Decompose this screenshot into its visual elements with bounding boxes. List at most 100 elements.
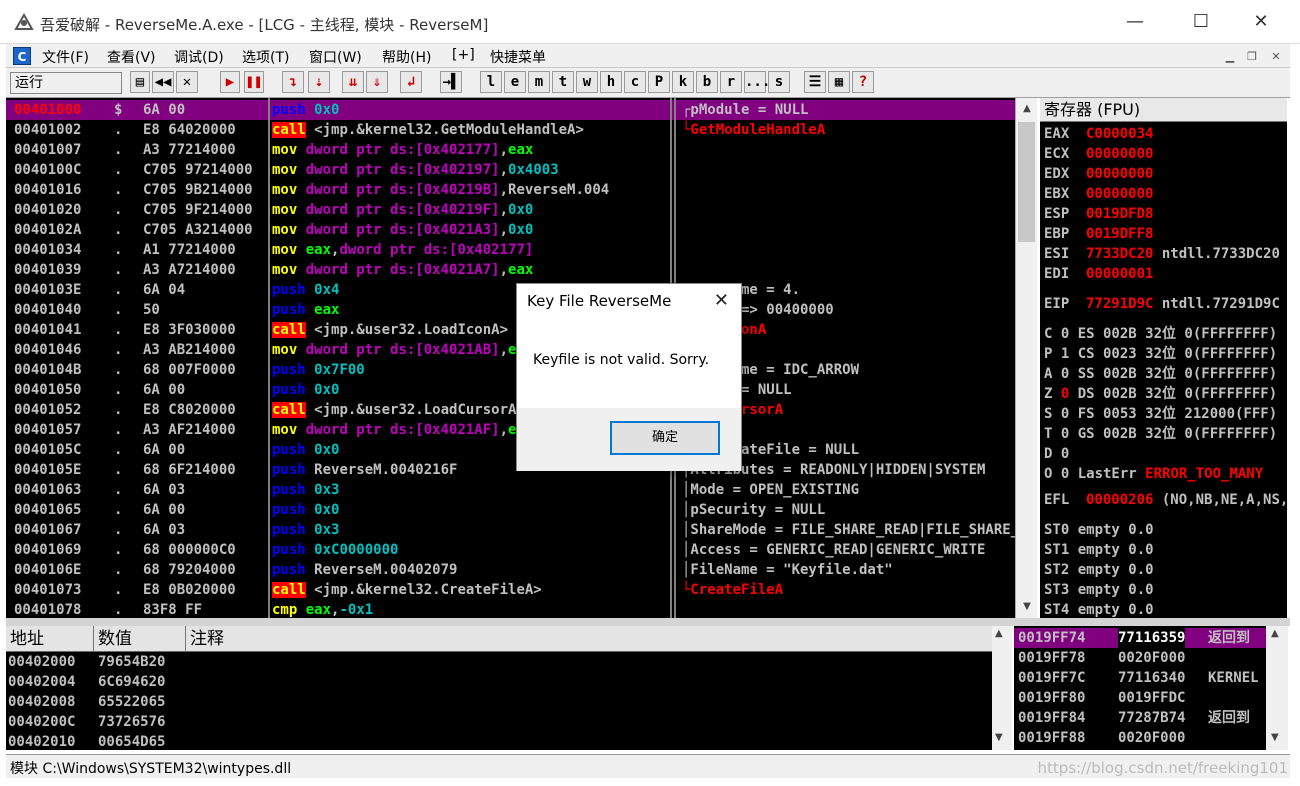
disasm-row[interactable]: 0040106E. 68 79204000 push ReverseM.004020… xyxy=(6,560,1015,580)
register-row[interactable]: EAX C0000034 xyxy=(1044,124,1153,144)
column-divider[interactable] xyxy=(268,98,270,618)
fpu-row[interactable]: ST2 empty 0.0 xyxy=(1044,560,1154,580)
disasm-row[interactable]: 0040100C. C705 97214000 mov dword ptr ds:[… xyxy=(6,160,1015,180)
toolbar-button-k[interactable]: k xyxy=(672,71,694,93)
register-row[interactable]: ESI 7733DC20 ntdll.7733DC20 xyxy=(1044,244,1280,264)
register-row-eip[interactable]: EIP 77291D9C ntdll.77291D9C xyxy=(1044,294,1280,314)
disasm-row[interactable]: 00401052. E8 C8020000 call <jmp.&user32.Lo… xyxy=(6,400,1015,420)
memory-dump-pane[interactable]: 地址 数值 注释 00402000 79654B20 00402004 6C69462… xyxy=(6,626,992,750)
toolbar-button-w[interactable]: w xyxy=(576,71,598,93)
dump-scrollbar[interactable]: ▲ ▼ xyxy=(992,626,1012,750)
menu-window[interactable]: 窗口(W) xyxy=(309,47,362,67)
menu-shortcuts[interactable]: 快捷菜单 xyxy=(490,47,546,67)
step-over-icon[interactable]: ⇣ xyxy=(308,71,330,93)
pause-icon[interactable]: ❚❚ xyxy=(244,71,264,93)
trace-into-icon[interactable]: ⇊ xyxy=(342,71,364,93)
ok-button[interactable]: 确定 xyxy=(610,421,720,455)
flag-row[interactable]: A 0 SS 002B 32位 0(FFFFFFFF) xyxy=(1044,364,1277,384)
scroll-up-icon[interactable]: ▲ xyxy=(1016,100,1038,118)
flag-row[interactable]: S 0 FS 0053 32位 212000(FFF) xyxy=(1044,404,1277,424)
disasm-row[interactable]: 00401041. E8 3F030000 call <jmp.&user32.Lo… xyxy=(6,320,1015,340)
goto-icon[interactable]: →▌ xyxy=(440,71,462,93)
maximize-button[interactable]: ☐ xyxy=(1176,0,1226,44)
mdi-close-icon[interactable]: ✕ xyxy=(1268,49,1284,65)
disasm-row[interactable]: 00401034. A1 77214000 mov eax,dword ptr ds… xyxy=(6,240,1015,260)
disasm-row[interactable]: 00401065. 6A 00 push 0x0 │pSecurity = NULL xyxy=(6,500,1015,520)
flag-row[interactable]: Z 0 DS 002B 32位 0(FFFFFFFF) xyxy=(1044,384,1277,404)
register-row[interactable]: ECX 00000000 xyxy=(1044,144,1153,164)
stack-row[interactable]: 0019FF80 0019FFDC xyxy=(1014,688,1266,708)
disasm-row[interactable]: 00401050.6A 00push 0x0│hInst = NULL xyxy=(6,380,1015,400)
register-row[interactable]: EBX 00000000 xyxy=(1044,184,1153,204)
toolbar-button-p[interactable]: P xyxy=(648,71,670,93)
toolbar-button-e[interactable]: e xyxy=(504,71,526,93)
toolbar-button-r[interactable]: r xyxy=(720,71,742,93)
stack-row[interactable]: 0019FF88 0020F000 xyxy=(1014,728,1266,748)
fpu-row[interactable]: ST3 empty 0.0 xyxy=(1044,580,1154,600)
dump-col-address[interactable]: 地址 xyxy=(6,626,94,652)
step-into-icon[interactable]: ↴ xyxy=(282,71,304,93)
scroll-up-icon[interactable]: ▲ xyxy=(1271,628,1279,639)
mdi-minimize-icon[interactable]: ▁ xyxy=(1222,49,1238,65)
scroll-up-icon[interactable]: ▲ xyxy=(995,628,1003,639)
dump-col-comment[interactable]: 注释 xyxy=(186,626,992,652)
registers-header[interactable]: 寄存器 (FPU) xyxy=(1040,98,1287,122)
fpu-row[interactable]: ST4 empty 0.0 xyxy=(1044,600,1154,618)
disasm-row[interactable]: 00401078. 83F8 FF cmp eax,-0x1 xyxy=(6,600,1015,618)
disasm-row[interactable]: 00401016. C705 9B214000 mov dword ptr ds:[… xyxy=(6,180,1015,200)
toolbar-button-l[interactable]: l xyxy=(480,71,502,93)
disasm-row[interactable]: 0040105E. 68 6F214000 push ReverseM.004021… xyxy=(6,460,1015,480)
scroll-thumb[interactable] xyxy=(1018,122,1035,242)
register-row-efl[interactable]: EFL 00000206 (NO,NB,NE,A,NS,PE) xyxy=(1044,490,1287,510)
disasm-row[interactable]: 00401069. 68 000000C0 push 0xC0000000 │Acce… xyxy=(6,540,1015,560)
disasm-row[interactable]: 00401063. 6A 03 push 0x3 │Mode = OPEN_EXIST… xyxy=(6,480,1015,500)
disasm-row[interactable]: 00401039. A3 A7214000 mov dword ptr ds:[0x… xyxy=(6,260,1015,280)
menu-plus[interactable]: [+] xyxy=(452,47,475,63)
disasm-row[interactable]: 00401002. E8 64020000 call <jmp.&kernel32.… xyxy=(6,120,1015,140)
disasm-row[interactable]: 00401046. A3 AB214000 mov dword ptr ds:[0x… xyxy=(6,340,1015,360)
register-row[interactable]: ESP 0019DFD8 xyxy=(1044,204,1153,224)
open-icon[interactable]: ▤ xyxy=(130,71,150,93)
execute-till-return-icon[interactable]: ↲ xyxy=(400,71,422,93)
dump-col-value[interactable]: 数值 xyxy=(94,626,186,652)
close-window-button[interactable]: ✕ xyxy=(1236,0,1286,44)
disasm-row[interactable]: 00401040. 50 push eax │hInst => 00400000 xyxy=(6,300,1015,320)
menu-help[interactable]: 帮助(H) xyxy=(382,47,431,67)
dialog-close-icon[interactable]: ✕ xyxy=(714,290,729,311)
toolbar-button-more[interactable]: ... xyxy=(744,71,770,93)
restart-icon[interactable]: ◀◀ xyxy=(152,71,174,93)
run-icon[interactable]: ▶ xyxy=(220,71,240,93)
disasm-row[interactable]: 00401020. C705 9F214000 mov dword ptr ds:[… xyxy=(6,200,1015,220)
scroll-down-icon[interactable]: ▼ xyxy=(1271,732,1279,743)
flag-row[interactable]: C 0 ES 002B 32位 0(FFFFFFFF) xyxy=(1044,324,1277,344)
menu-view[interactable]: 查看(V) xyxy=(107,47,156,67)
disasm-row[interactable]: 0040103E.6A 04push 0x4┌RsrcName = 4. xyxy=(6,280,1015,300)
stack-row[interactable]: 0019FF78 0020F000 xyxy=(1014,648,1266,668)
menu-file[interactable]: 文件(F) xyxy=(42,47,89,67)
menu-options[interactable]: 选项(T) xyxy=(242,47,289,67)
flag-row[interactable]: O 0 LastErr ERROR_TOO_MANY xyxy=(1044,464,1263,484)
mdi-restore-icon[interactable]: ❐ xyxy=(1244,49,1260,65)
stack-row[interactable]: 0019FF74 77116359 返回到 xyxy=(1014,628,1266,648)
stack-pane[interactable]: 0019FF74 77116359 返回到 0019FF78 0020F000 0019F… xyxy=(1014,626,1266,750)
toolbar-button-c[interactable]: c xyxy=(624,71,646,93)
stack-row[interactable]: 0019FF84 77287B74 返回到 xyxy=(1014,708,1266,728)
minimize-button[interactable]: — xyxy=(1110,0,1160,44)
toolbar-button-b[interactable]: b xyxy=(696,71,718,93)
stack-row[interactable]: 0019FF7C 77116340 KERNEL xyxy=(1014,668,1266,688)
toolbar-button-t[interactable]: t xyxy=(552,71,574,93)
disasm-row[interactable]: 00401067. 6A 03 push 0x3 │ShareMode = FILE_… xyxy=(6,520,1015,540)
flag-row[interactable]: T 0 GS 002B 32位 0(FFFFFFFF) xyxy=(1044,424,1277,444)
register-row[interactable]: EDI 00000001 xyxy=(1044,264,1153,284)
disasm-row[interactable]: 00401000 $6A 00 push 0x0 ┌pModule = NULL xyxy=(6,100,1015,120)
disasm-row[interactable]: 0040104B. 68 007F0000 push 0x7F00 ┌RsrcName… xyxy=(6,360,1015,380)
trace-over-icon[interactable]: ⇓ xyxy=(366,71,388,93)
scroll-down-icon[interactable]: ▼ xyxy=(995,732,1003,743)
help-icon[interactable]: ? xyxy=(852,71,874,93)
toolbar-button-s[interactable]: s xyxy=(768,71,790,93)
disasm-row[interactable]: 00401057. A3 AF214000 mov dword ptr ds:[0x… xyxy=(6,420,1015,440)
disasm-row[interactable]: 0040105C. 6A 00 push 0x0 ┌hTemplateFile = N… xyxy=(6,440,1015,460)
fpu-row[interactable]: ST0 empty 0.0 xyxy=(1044,520,1154,540)
disassembly-pane[interactable]: 00401000 $6A 00 push 0x0 ┌pModule = NULL 004… xyxy=(6,98,1015,618)
registers-pane[interactable]: 寄存器 (FPU) EAX C0000034 ECX 00000000 EDX 00000… xyxy=(1040,98,1287,618)
